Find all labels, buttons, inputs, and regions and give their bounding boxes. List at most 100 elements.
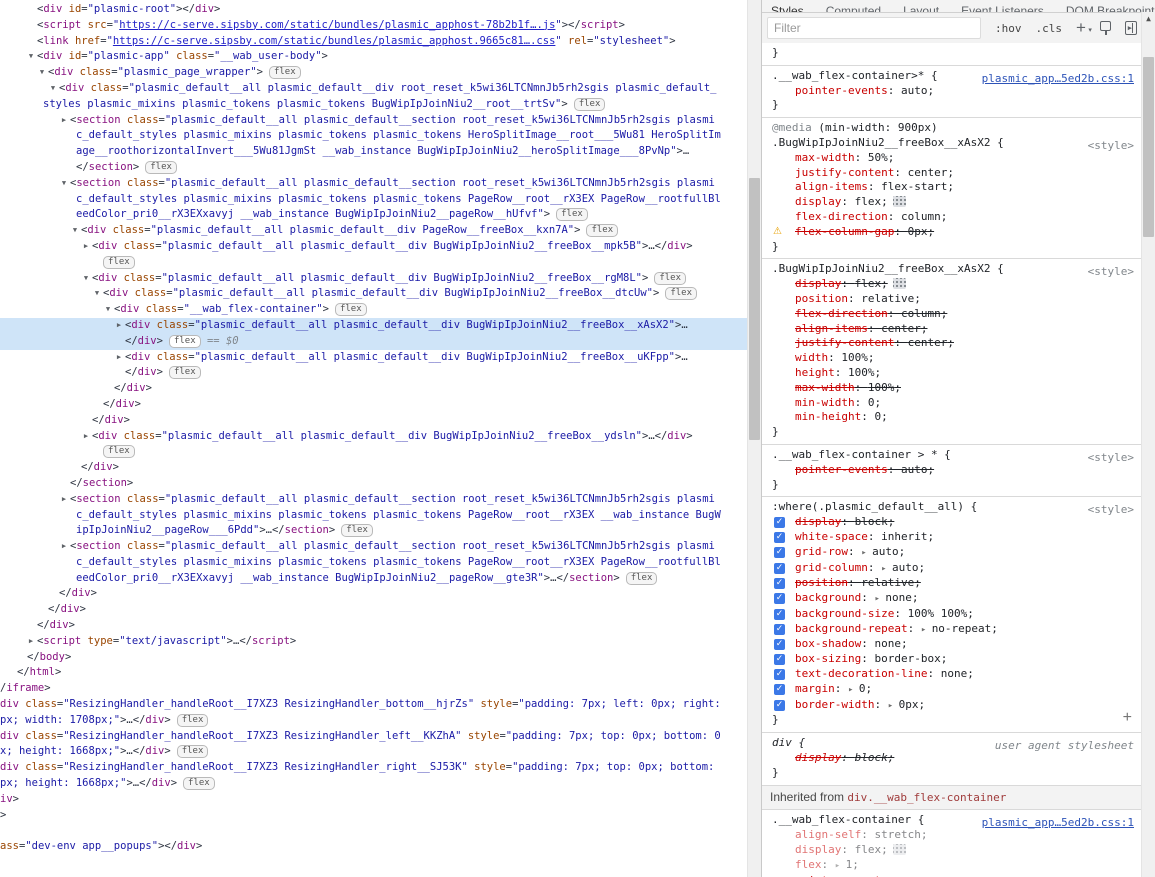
tab-event-listeners[interactable]: Event Listeners: [955, 1, 1050, 13]
expand-arrow-right-icon[interactable]: ▶: [59, 539, 69, 555]
css-property-value[interactable]: none: [885, 591, 912, 604]
css-property-value[interactable]: 50%: [868, 151, 888, 164]
css-property-name[interactable]: background-size: [795, 607, 894, 620]
expand-arrow-right-icon[interactable]: ▶: [114, 318, 124, 334]
css-property-name[interactable]: width: [795, 351, 828, 364]
css-property-name[interactable]: justify-content: [795, 166, 894, 179]
dom-tree-row[interactable]: ▼<div id="plasmic-app" class="__wab_user…: [0, 49, 747, 65]
dom-tree-row[interactable]: px; height: 1668px;">…</div>flex: [0, 776, 747, 792]
css-property-name[interactable]: text-decoration-line: [795, 667, 927, 680]
css-declaration[interactable]: align-items: flex-start;: [762, 180, 1142, 195]
flex-badge[interactable]: flex: [341, 524, 373, 537]
dom-tree-row[interactable]: ▼<div class="__wab_flex-container">flex: [0, 302, 747, 318]
dom-tree-row[interactable]: eedColor_pri0__rX3EXxavyj __wab_instance…: [0, 571, 747, 587]
css-property-value[interactable]: relative: [861, 576, 914, 589]
inherited-node-link[interactable]: div.__wab_flex-container: [847, 791, 1006, 804]
flex-badge[interactable]: flex: [169, 335, 201, 348]
css-property-value[interactable]: column: [901, 210, 941, 223]
css-property-value[interactable]: block: [855, 751, 888, 764]
css-selector[interactable]: .__wab_flex-container {: [772, 813, 924, 826]
css-declaration[interactable]: width: 100%;: [762, 351, 1142, 366]
css-declaration[interactable]: ⚠flex-column-gap: 0px;: [762, 225, 1142, 240]
css-property-name[interactable]: flex-direction: [795, 307, 888, 320]
css-property-name[interactable]: flex-column-gap: [795, 225, 894, 238]
css-declaration[interactable]: flex-direction: column;: [762, 307, 1142, 322]
dom-tree-row[interactable]: c_default_styles plasmic_mixins plasmic_…: [0, 555, 747, 571]
dom-tree-row[interactable]: ▼<div class="plasmic_page_wrapper">flex: [0, 65, 747, 81]
property-checkbox[interactable]: ✓: [774, 654, 785, 665]
css-property-name[interactable]: pointer-events: [795, 874, 888, 877]
flex-badge[interactable]: flex: [169, 366, 201, 379]
css-selector[interactable]: div {: [772, 736, 805, 749]
css-declaration[interactable]: max-width: 100%;: [762, 381, 1142, 396]
toggle-class-button[interactable]: .cls: [1036, 22, 1063, 35]
css-declaration[interactable]: ✓margin: ▸ 0;: [762, 682, 1142, 698]
property-checkbox[interactable]: ✓: [774, 609, 785, 620]
property-checkbox[interactable]: ✓: [774, 669, 785, 680]
dom-tree-row[interactable]: x; height: 1668px;">…</div>flex: [0, 744, 747, 760]
dom-tree-row[interactable]: ▶<section class="plasmic_default__all pl…: [0, 492, 747, 508]
css-property-name[interactable]: position: [795, 576, 848, 589]
expand-arrow-down-icon[interactable]: ▼: [92, 286, 102, 302]
property-checkbox[interactable]: ✓: [774, 547, 785, 558]
css-property-name[interactable]: flex: [795, 858, 822, 871]
expand-value-icon[interactable]: ▸: [888, 701, 899, 711]
css-property-value[interactable]: auto: [872, 545, 899, 558]
resource-link[interactable]: https://c-serve.sipsby.com/static/bundle…: [119, 19, 555, 31]
css-declaration[interactable]: flex-direction: column;: [762, 210, 1142, 225]
scrollbar-thumb[interactable]: [749, 178, 760, 440]
css-property-value[interactable]: auto: [901, 463, 928, 476]
dom-tree-row[interactable]: px; width: 1708px;">…</div>flex: [0, 713, 747, 729]
css-property-value[interactable]: block: [855, 515, 888, 528]
expand-value-icon[interactable]: ▸: [881, 564, 892, 574]
css-declaration[interactable]: flex: ▸ 1;: [762, 858, 1142, 874]
css-property-name[interactable]: box-sizing: [795, 652, 861, 665]
flex-badge[interactable]: flex: [177, 714, 209, 727]
css-property-name[interactable]: height: [795, 366, 835, 379]
dom-tree-row[interactable]: ▶<div class="plasmic_default__all plasmi…: [0, 350, 747, 366]
css-property-name[interactable]: grid-column: [795, 561, 868, 574]
property-checkbox[interactable]: ✓: [774, 684, 785, 695]
expand-arrow-right-icon[interactable]: ▶: [81, 239, 91, 255]
css-property-value[interactable]: flex: [855, 195, 882, 208]
dom-tree-row[interactable]: </section>flex: [0, 160, 747, 176]
css-property-value[interactable]: center: [908, 336, 948, 349]
css-declaration[interactable]: ✓background-repeat: ▸ no-repeat;: [762, 622, 1142, 638]
css-property-name[interactable]: display: [795, 515, 841, 528]
property-checkbox[interactable]: ✓: [774, 700, 785, 711]
css-selector[interactable]: :where(.plasmic_default__all) {: [772, 500, 977, 513]
css-property-value[interactable]: flex: [855, 843, 882, 856]
css-declaration[interactable]: ✓display: block;: [762, 515, 1142, 530]
expand-arrow-down-icon[interactable]: ▼: [26, 49, 36, 65]
css-declaration[interactable]: display: flex;: [762, 277, 1142, 292]
expand-arrow-right-icon[interactable]: ▶: [59, 492, 69, 508]
css-declaration[interactable]: ✓background: ▸ none;: [762, 591, 1142, 607]
css-property-value[interactable]: center: [881, 322, 921, 335]
expand-arrow-down-icon[interactable]: ▼: [70, 223, 80, 239]
css-property-name[interactable]: background-repeat: [795, 622, 908, 635]
tab-computed[interactable]: Computed: [820, 1, 887, 13]
css-selector[interactable]: .__wab_flex-container > * {: [772, 448, 951, 461]
css-declaration[interactable]: ✓box-sizing: border-box;: [762, 652, 1142, 667]
dom-tree-row[interactable]: </div>flex: [0, 365, 747, 381]
dom-tree-row[interactable]: </body>: [0, 650, 747, 666]
dom-tree-row[interactable]: </div>: [0, 381, 747, 397]
dom-tree-row[interactable]: [0, 823, 747, 839]
css-property-name[interactable]: background: [795, 591, 861, 604]
rendering-emulations-icon[interactable]: [1100, 21, 1111, 31]
css-property-name[interactable]: justify-content: [795, 336, 894, 349]
expand-arrow-right-icon[interactable]: ▶: [81, 429, 91, 445]
css-declaration[interactable]: ✓grid-column: ▸ auto;: [762, 561, 1142, 577]
resource-link[interactable]: https://c-serve.sipsby.com/static/bundle…: [113, 35, 556, 47]
expand-arrow-down-icon[interactable]: ▼: [81, 271, 91, 287]
css-property-name[interactable]: box-shadow: [795, 637, 861, 650]
dom-tree-row[interactable]: c_default_styles plasmic_mixins plasmic_…: [0, 508, 747, 524]
css-declaration[interactable]: ✓box-shadow: none;: [762, 637, 1142, 652]
styles-scrollbar[interactable]: ▲: [1141, 12, 1155, 877]
flex-badge[interactable]: flex: [586, 224, 618, 237]
css-property-value[interactable]: auto: [892, 561, 919, 574]
css-property-name[interactable]: flex-direction: [795, 210, 888, 223]
css-property-value[interactable]: border-box: [874, 652, 940, 665]
dom-tree-row[interactable]: </div>: [0, 397, 747, 413]
dom-tree-row[interactable]: >: [0, 808, 747, 824]
